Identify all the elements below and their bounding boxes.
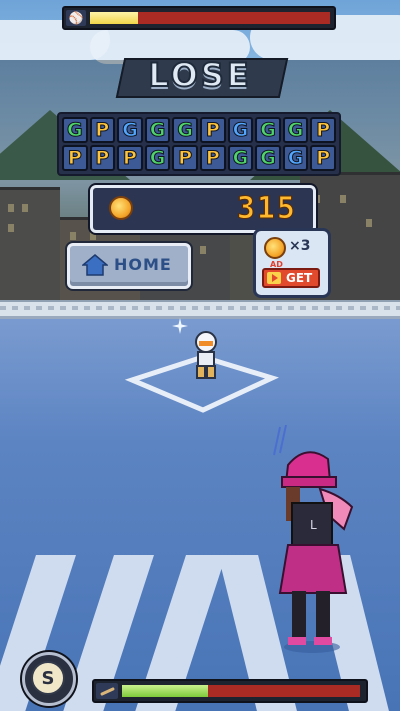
letter-tile: G xyxy=(255,145,281,171)
result-title: LOSE xyxy=(147,55,252,95)
letter-tile: P xyxy=(89,145,116,171)
get-button-label: GET xyxy=(286,271,313,285)
coin-icon xyxy=(264,237,286,259)
catcher-character xyxy=(195,331,217,379)
game-scene: L ⚾ LOSE GPGGGPGGGPPPPGPPGGGP 315 HOME ×… xyxy=(0,0,400,711)
top-progress-bar: ⚾ xyxy=(62,6,336,30)
letter-tile: G xyxy=(282,145,309,171)
bat-icon xyxy=(96,683,118,699)
bottom-progress-bar xyxy=(92,679,368,703)
result-banner: LOSE xyxy=(115,50,289,100)
play-video-icon xyxy=(267,272,281,284)
home-button[interactable]: HOME xyxy=(67,243,191,289)
letter-tile: G xyxy=(172,117,198,143)
bottom-bar-fill xyxy=(122,685,208,697)
sparkle-icon xyxy=(172,318,188,334)
ad-bonus-button[interactable]: ×3 AD GET xyxy=(253,228,331,298)
coin-count: 315 xyxy=(236,191,297,227)
top-bar-track xyxy=(90,12,330,24)
letter-tile: G xyxy=(282,117,309,143)
letter-tile: P xyxy=(172,145,198,171)
letter-tile: P xyxy=(62,145,88,171)
letter-tile: P xyxy=(117,145,143,171)
get-button[interactable]: GET xyxy=(262,268,320,288)
home-button-label: HOME xyxy=(114,255,172,274)
bonus-multiplier: ×3 xyxy=(289,238,311,254)
letter-tile: P xyxy=(200,145,226,171)
letter-tile: G xyxy=(62,117,88,143)
letter-tile: G xyxy=(144,145,171,171)
svg-text:L: L xyxy=(310,518,317,532)
coin-icon xyxy=(109,196,133,220)
ball-icon: ⚾ xyxy=(66,10,86,26)
letter-tile: P xyxy=(310,117,336,143)
top-bar-fill xyxy=(90,12,138,24)
letter-tile: G xyxy=(227,117,254,143)
skill-button-label: S xyxy=(31,661,65,695)
coin-counter: 315 xyxy=(90,185,316,233)
letter-tile: G xyxy=(144,117,171,143)
skill-button[interactable]: S xyxy=(22,652,76,706)
letter-tile: G xyxy=(227,145,254,171)
letter-grid: GPGGGPGGGPPPPGPPGGGP xyxy=(57,112,341,176)
player-character: L xyxy=(273,425,354,653)
letter-tile: G xyxy=(255,117,281,143)
bottom-bar-track xyxy=(122,685,360,697)
home-icon xyxy=(82,254,108,276)
letter-tile: P xyxy=(200,117,226,143)
letter-tile: G xyxy=(117,117,143,143)
letter-tile: P xyxy=(310,145,336,171)
letter-tile: P xyxy=(89,117,116,143)
